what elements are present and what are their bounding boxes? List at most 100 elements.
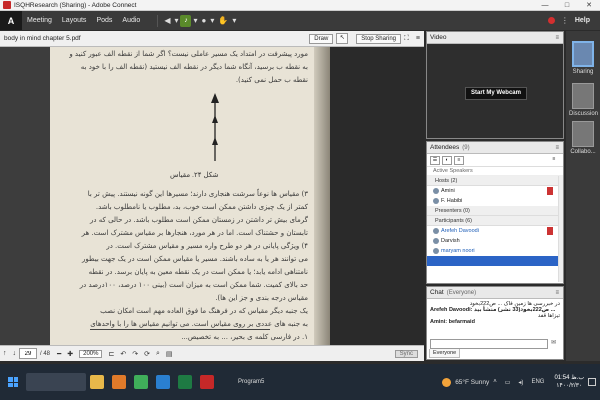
- network-icon[interactable]: ▭: [505, 379, 511, 386]
- raise-hand-icon[interactable]: ✋: [218, 16, 228, 25]
- word-icon[interactable]: [156, 375, 170, 389]
- fit-width-icon[interactable]: ⊏: [108, 350, 114, 358]
- close-window-button[interactable]: ✕: [578, 0, 600, 11]
- layout-discussion[interactable]: Discussion: [569, 83, 598, 117]
- pointer-icon[interactable]: ↖: [336, 33, 349, 44]
- chat-message: Amini: befarmaid: [430, 319, 475, 325]
- windows-start-icon[interactable]: [8, 377, 18, 387]
- attendee-row[interactable]: Amini: [427, 186, 563, 196]
- tray-chevron-icon[interactable]: ˄: [493, 379, 497, 385]
- redo-icon[interactable]: ↷: [132, 350, 138, 358]
- chat-input[interactable]: [430, 339, 548, 349]
- text-line: کمتر از یک چیزی داشتن ممکن است خوب، بد، …: [95, 203, 308, 211]
- webcam-icon[interactable]: ●: [202, 16, 207, 25]
- text-line: یک جنبه دیگر مقیاس که در فرهنگ ما فوق ال…: [100, 307, 308, 315]
- attendee-scrollbar[interactable]: [558, 176, 563, 282]
- menu-audio[interactable]: Audio: [122, 17, 140, 24]
- video-pod: Video ≡ Start My Webcam: [426, 31, 564, 139]
- attendee-row[interactable]: maryam noori: [427, 246, 563, 256]
- layouts-sidebar: Sharing Discussion Collabo...: [566, 31, 600, 361]
- pod-menu-icon[interactable]: ≡: [549, 156, 559, 165]
- adobe-logo-icon: A: [0, 11, 22, 30]
- recording-indicator-icon[interactable]: [547, 17, 555, 24]
- presenters-group-header[interactable]: Presenters (0): [427, 206, 563, 216]
- fullscreen-icon[interactable]: ⛶: [404, 35, 409, 43]
- status-view-icon[interactable]: ◐: [442, 155, 452, 165]
- zoom-out-icon[interactable]: ━: [57, 350, 61, 358]
- taskbar-search[interactable]: [26, 373, 86, 391]
- page-up-icon[interactable]: ↑: [3, 350, 7, 357]
- weather-text: 65°F Sunny: [455, 378, 490, 386]
- text-underline: [90, 329, 270, 330]
- attendee-row[interactable]: F. Habibi: [427, 196, 563, 206]
- menu-pods[interactable]: Pods: [96, 17, 112, 24]
- document-page: مورد پیشرفت در امتداد یک مسیر عاملی نیست…: [50, 47, 330, 345]
- excel-icon[interactable]: [178, 375, 192, 389]
- attendee-name: F. Habibi: [441, 198, 463, 204]
- chevron-down-icon[interactable]: ▾: [174, 16, 178, 25]
- attendee-row-selected[interactable]: [427, 256, 563, 266]
- more-options-icon[interactable]: ⋮: [561, 16, 569, 25]
- print-icon[interactable]: ▤: [166, 350, 173, 358]
- document-view[interactable]: مورد پیشرفت در امتداد یک مسیر عاملی نیست…: [0, 47, 424, 345]
- language-indicator[interactable]: ENG: [531, 379, 544, 385]
- video-pod-title: Video: [430, 34, 447, 41]
- file-explorer-icon[interactable]: [90, 375, 104, 389]
- pod-menu-icon[interactable]: ≡: [555, 35, 559, 41]
- pod-menu-icon[interactable]: ≡: [555, 290, 559, 296]
- zoom-in-icon[interactable]: ✚: [67, 350, 73, 358]
- pencil-icon: [547, 227, 553, 235]
- text-line: ۴) ویژگی پایانی در هر دو طرح واره مسیر و…: [106, 242, 308, 250]
- page-total: / 48: [40, 350, 51, 357]
- share-pod-header: body in mind chapter 5.pdf Draw ↖ Stop S…: [0, 31, 424, 47]
- menu-layouts[interactable]: Layouts: [62, 17, 87, 24]
- weather-widget[interactable]: 65°F Sunny: [442, 377, 490, 387]
- search-icon[interactable]: ⌕: [156, 350, 160, 358]
- notifications-icon[interactable]: [588, 378, 596, 386]
- chat-tab-everyone[interactable]: Everyone: [429, 349, 461, 358]
- chevron-down-icon[interactable]: ▾: [232, 16, 236, 25]
- layout-sharing[interactable]: Sharing: [569, 41, 597, 75]
- attendee-row[interactable]: Arefeh Davoodi: [427, 226, 563, 236]
- adobe-connect-taskbar-icon[interactable]: [200, 375, 214, 389]
- video-pod-header: Video ≡: [427, 32, 563, 44]
- speaker-icon[interactable]: ◀: [164, 16, 170, 25]
- start-webcam-button[interactable]: Start My Webcam: [465, 87, 527, 100]
- chrome-icon[interactable]: [134, 375, 148, 389]
- layout-collaboration[interactable]: Collabo...: [569, 121, 597, 155]
- sort-icon[interactable]: ≡: [454, 155, 464, 165]
- send-icon[interactable]: ✉: [551, 339, 561, 349]
- window-titlebar: ISQHResearch (Sharing) - Adobe Connect —…: [0, 0, 600, 11]
- menu-meeting[interactable]: Meeting: [27, 17, 52, 24]
- pod-menu-icon[interactable]: ≡: [555, 145, 559, 151]
- chevron-down-icon[interactable]: ▾: [193, 16, 197, 25]
- minimize-button[interactable]: —: [534, 0, 556, 11]
- maximize-button[interactable]: □: [556, 0, 578, 11]
- chevron-down-icon[interactable]: ▾: [210, 16, 214, 25]
- participants-group-header[interactable]: Participants (6): [427, 216, 563, 226]
- share-pod: body in mind chapter 5.pdf Draw ↖ Stop S…: [0, 31, 424, 361]
- microphone-icon[interactable]: ♪: [180, 14, 192, 27]
- text-line: به نقطه ب برسید، آنگاه شما دیگر در نقطه …: [80, 63, 308, 71]
- page-number-input[interactable]: [19, 348, 37, 359]
- pod-menu-icon[interactable]: ≡: [416, 35, 420, 42]
- text-line: می توانند هر یا به ساده باشند. مسیر یا م…: [81, 255, 308, 263]
- menu-help[interactable]: Help: [575, 17, 590, 24]
- scale-arrow-figure: [211, 93, 219, 161]
- volume-icon[interactable]: ◂): [518, 379, 523, 386]
- zoom-select[interactable]: 200%: [79, 349, 103, 358]
- program-label[interactable]: Program5: [238, 379, 264, 385]
- draw-button[interactable]: Draw: [309, 33, 334, 44]
- sync-button[interactable]: Sync: [394, 349, 418, 358]
- stop-sharing-button[interactable]: Stop Sharing: [356, 33, 401, 44]
- attendee-row[interactable]: Darvish: [427, 236, 563, 246]
- attendees-pod: Attendees (9) ≡ ☰ ◐ ≡ ≡ Active Speakers …: [426, 141, 564, 284]
- list-view-icon[interactable]: ☰: [430, 155, 440, 165]
- hosts-group-header[interactable]: Hosts (2): [427, 176, 563, 186]
- page-down-icon[interactable]: ↓: [13, 350, 17, 357]
- firefox-icon[interactable]: [112, 375, 126, 389]
- undo-icon[interactable]: ↶: [120, 350, 126, 358]
- pencil-icon: [547, 187, 553, 195]
- system-clock[interactable]: ب.ظ 01:54 ۱۴۰۰/۲/۳۰: [554, 374, 584, 390]
- rotate-icon[interactable]: ⟳: [144, 350, 150, 358]
